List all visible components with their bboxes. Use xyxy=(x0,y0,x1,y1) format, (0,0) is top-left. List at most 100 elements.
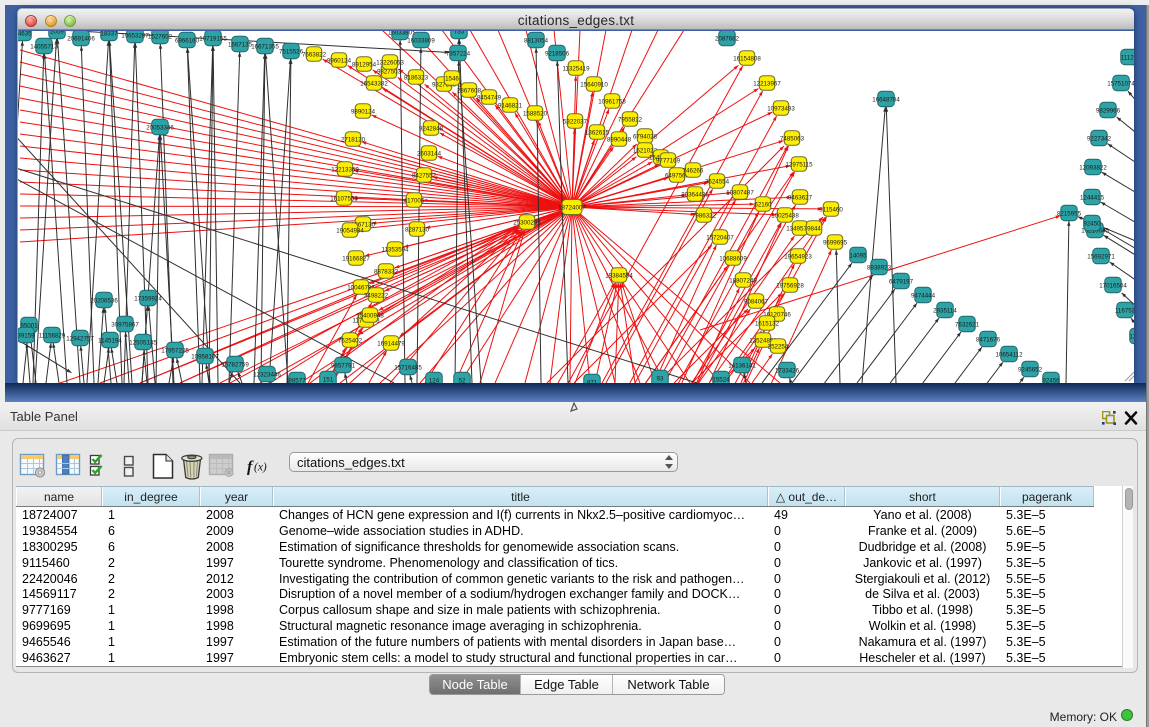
svg-text:92450: 92450 xyxy=(1083,220,1101,227)
svg-text:8427552: 8427552 xyxy=(412,172,437,179)
svg-text:8813054: 8813054 xyxy=(524,37,549,44)
svg-text:25300293: 25300293 xyxy=(513,219,541,226)
svg-text:f: f xyxy=(247,459,254,476)
svg-text:94635: 94635 xyxy=(18,31,32,37)
svg-text:8990448: 8990448 xyxy=(607,136,632,143)
svg-text:116753: 116753 xyxy=(1115,307,1134,314)
svg-text:12942757: 12942757 xyxy=(66,335,94,342)
svg-text:9218506: 9218506 xyxy=(545,50,570,57)
svg-text:7357224: 7357224 xyxy=(446,50,471,57)
svg-text:16107553: 16107553 xyxy=(330,195,358,202)
svg-text:20364436: 20364436 xyxy=(681,191,709,198)
svg-text:15692971: 15692971 xyxy=(1087,253,1115,260)
svg-text:10958107: 10958107 xyxy=(191,353,219,360)
svg-text:16648784: 16648784 xyxy=(872,96,900,103)
svg-text:12103: 12103 xyxy=(1129,333,1134,340)
svg-text:8878332: 8878332 xyxy=(374,268,399,275)
svg-text:2867608: 2867608 xyxy=(457,87,482,94)
svg-text:18724007: 18724007 xyxy=(558,204,586,211)
svg-text:16033809: 16033809 xyxy=(407,37,435,44)
svg-text:1588520: 1588520 xyxy=(523,110,548,117)
svg-text:9463627: 9463627 xyxy=(788,194,813,201)
svg-text:19756928: 19756928 xyxy=(776,282,804,289)
svg-text:9829966: 9829966 xyxy=(1096,107,1121,114)
svg-text:1546: 1546 xyxy=(445,75,459,82)
svg-text:12213369: 12213369 xyxy=(331,166,359,173)
svg-text:9245652: 9245652 xyxy=(1018,366,1043,373)
svg-text:16782759: 16782759 xyxy=(221,361,249,368)
svg-text:15640910: 15640910 xyxy=(580,81,608,88)
svg-text:12213967: 12213967 xyxy=(753,80,781,87)
svg-text:19654923: 19654923 xyxy=(784,253,812,260)
svg-text:9474444: 9474444 xyxy=(911,292,936,299)
svg-text:10973493: 10973493 xyxy=(767,105,795,112)
svg-text:3498222: 3498222 xyxy=(364,292,389,299)
svg-text:2059: 2059 xyxy=(50,31,64,35)
svg-text:10719155: 10719155 xyxy=(199,35,227,42)
svg-text:7663822: 7663822 xyxy=(302,51,327,58)
svg-text:1667135: 1667135 xyxy=(228,41,253,48)
svg-text:7515526: 7515526 xyxy=(279,48,304,55)
svg-text:8471676: 8471676 xyxy=(976,336,1001,343)
svg-text:15524: 15524 xyxy=(712,376,730,383)
svg-text:9857791: 9857791 xyxy=(331,362,356,369)
svg-text:1244415: 1244415 xyxy=(1080,194,1105,201)
svg-text:17957225: 17957225 xyxy=(161,347,189,354)
svg-text:18337: 18337 xyxy=(100,31,118,37)
svg-text:8454749: 8454749 xyxy=(477,94,502,101)
svg-text:12323446: 12323446 xyxy=(253,371,281,378)
svg-text:15751074: 15751074 xyxy=(1107,80,1134,87)
svg-text:7632621: 7632621 xyxy=(955,321,980,328)
svg-text:15400948: 15400948 xyxy=(356,312,384,319)
svg-text:9699695: 9699695 xyxy=(823,239,848,246)
svg-text:93: 93 xyxy=(657,375,664,382)
svg-text:8912954: 8912954 xyxy=(352,61,377,68)
svg-text:5322037: 5322037 xyxy=(563,118,588,125)
svg-text:15716485: 15716485 xyxy=(394,364,422,371)
svg-text:10654112: 10654112 xyxy=(995,351,1023,358)
svg-text:12975115: 12975115 xyxy=(785,161,813,168)
svg-text:151: 151 xyxy=(323,376,334,383)
svg-text:20053346: 20053346 xyxy=(146,124,174,131)
svg-text:19166827: 19166827 xyxy=(342,255,370,262)
svg-text:1603380: 1603380 xyxy=(388,31,413,36)
svg-text:7986322: 7986322 xyxy=(692,212,717,219)
svg-text:9960124: 9960124 xyxy=(327,57,352,64)
svg-text:746266: 746266 xyxy=(683,167,704,174)
svg-text:19384554: 19384554 xyxy=(605,272,633,279)
svg-text:6479197: 6479197 xyxy=(889,278,914,285)
svg-text:9115460: 9115460 xyxy=(819,206,843,213)
svg-text:7625402: 7625402 xyxy=(338,337,363,344)
svg-text:735: 735 xyxy=(454,31,465,35)
svg-text:10025438: 10025438 xyxy=(771,212,799,219)
svg-text:9227342: 9227342 xyxy=(1087,135,1112,142)
svg-text:62160: 62160 xyxy=(754,201,772,208)
svg-text:2935114: 2935114 xyxy=(933,307,957,314)
svg-text:11125: 11125 xyxy=(1121,54,1134,61)
svg-text:6794028: 6794028 xyxy=(633,133,658,140)
svg-text:1733426: 1733426 xyxy=(775,367,800,374)
svg-text:2718120: 2718120 xyxy=(341,136,366,143)
svg-text:16154808: 16154808 xyxy=(733,55,761,62)
svg-text:14055713: 14055713 xyxy=(30,43,58,50)
svg-text:20206536: 20206536 xyxy=(90,297,118,304)
svg-text:18807249: 18807249 xyxy=(729,277,757,284)
svg-text:17359924: 17359924 xyxy=(134,295,162,302)
svg-text:8215955: 8215955 xyxy=(1057,210,1082,217)
svg-text:9890124: 9890124 xyxy=(351,108,376,115)
svg-text:11156829: 11156829 xyxy=(39,332,66,339)
svg-text:13226053: 13226053 xyxy=(376,59,404,66)
svg-text:11353594: 11353594 xyxy=(381,246,409,253)
svg-text:6966160: 6966160 xyxy=(175,37,200,44)
svg-text:417006: 417006 xyxy=(404,197,425,204)
svg-text:1527602: 1527602 xyxy=(148,33,173,40)
svg-text:16671355: 16671355 xyxy=(251,43,279,50)
svg-text:16543382: 16543382 xyxy=(360,80,388,87)
svg-text:10961758: 10961758 xyxy=(598,98,626,105)
svg-text:9844: 9844 xyxy=(807,225,821,232)
svg-text:1145194: 1145194 xyxy=(98,337,122,344)
svg-text:15720407: 15720407 xyxy=(706,234,734,241)
svg-text:7485063: 7485063 xyxy=(780,135,805,142)
svg-text:16914479: 16914479 xyxy=(377,340,405,347)
svg-text:2603144: 2603144 xyxy=(417,150,442,157)
